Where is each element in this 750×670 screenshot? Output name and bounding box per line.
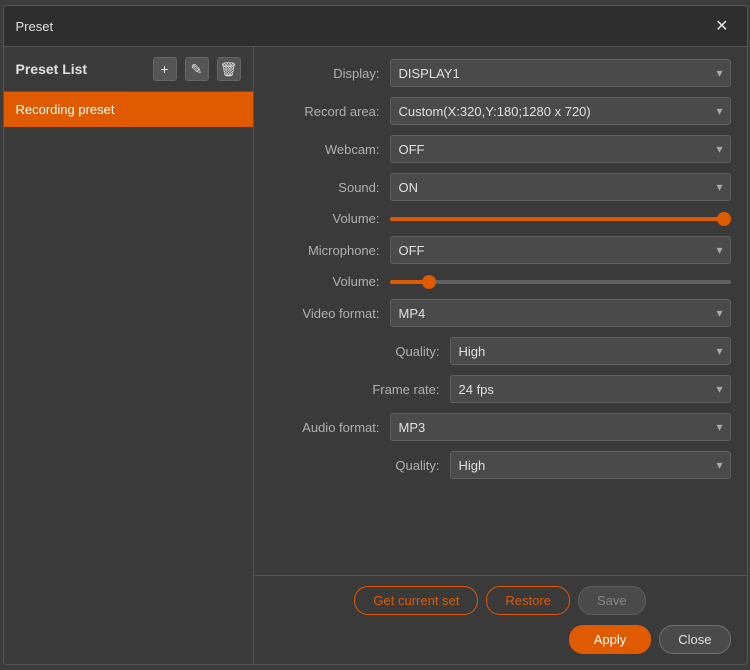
record-area-row: Record area: Custom(X:320,Y:180;1280 x 7… [270, 97, 731, 125]
add-preset-button[interactable]: + [153, 57, 177, 81]
preset-dialog: Preset ✕ Preset List + ✎ 🗑 Recording pre… [3, 5, 748, 665]
close-button[interactable]: Close [659, 625, 730, 654]
volume-slider[interactable] [390, 217, 731, 221]
video-quality-row: Quality: High Medium Low [270, 337, 731, 365]
audio-quality-select-wrapper: High Medium Low [450, 451, 731, 479]
video-format-select[interactable]: MP4 AVI MKV [390, 299, 731, 327]
volume-label: Volume: [270, 211, 390, 226]
frame-rate-select[interactable]: 24 fps 30 fps 60 fps [450, 375, 731, 403]
audio-quality-label: Quality: [270, 458, 450, 473]
apply-button[interactable]: Apply [569, 625, 652, 654]
sidebar-title: Preset List [16, 61, 145, 77]
webcam-label: Webcam: [270, 142, 390, 157]
audio-format-select[interactable]: MP3 AAC WAV [390, 413, 731, 441]
edit-preset-button[interactable]: ✎ [185, 57, 209, 81]
get-current-set-button[interactable]: Get current set [354, 586, 478, 615]
frame-rate-select-wrapper: 24 fps 30 fps 60 fps [450, 375, 731, 403]
main-panel: Display: DISPLAY1 DISPLAY2 Record area: … [254, 47, 747, 575]
volume-row: Volume: [270, 211, 731, 226]
sidebar-header: Preset List + ✎ 🗑 [4, 47, 253, 92]
mic-volume-slider[interactable] [390, 280, 731, 284]
audio-format-select-wrapper: MP3 AAC WAV [390, 413, 731, 441]
audio-quality-row: Quality: High Medium Low [270, 451, 731, 479]
bottom-area: Get current set Restore Save Apply Close [254, 575, 747, 664]
video-quality-label: Quality: [270, 344, 450, 359]
microphone-label: Microphone: [270, 243, 390, 258]
action-buttons-row: Get current set Restore Save [270, 586, 731, 615]
webcam-select-wrapper: OFF ON [390, 135, 731, 163]
mic-volume-row: Volume: [270, 274, 731, 289]
sound-label: Sound: [270, 180, 390, 195]
display-label: Display: [270, 66, 390, 81]
frame-rate-label: Frame rate: [270, 382, 450, 397]
display-select[interactable]: DISPLAY1 DISPLAY2 [390, 59, 731, 87]
sound-select[interactable]: ON OFF [390, 173, 731, 201]
record-area-label: Record area: [270, 104, 390, 119]
sound-select-wrapper: ON OFF [390, 173, 731, 201]
restore-button[interactable]: Restore [486, 586, 570, 615]
webcam-select[interactable]: OFF ON [390, 135, 731, 163]
record-area-select-wrapper: Custom(X:320,Y:180;1280 x 720) Full Scre… [390, 97, 731, 125]
display-row: Display: DISPLAY1 DISPLAY2 [270, 59, 731, 87]
record-area-select[interactable]: Custom(X:320,Y:180;1280 x 720) Full Scre… [390, 97, 731, 125]
display-select-wrapper: DISPLAY1 DISPLAY2 [390, 59, 731, 87]
title-close-button[interactable]: ✕ [709, 14, 734, 38]
audio-format-label: Audio format: [270, 420, 390, 435]
delete-preset-button[interactable]: 🗑 [217, 57, 241, 81]
video-quality-select-wrapper: High Medium Low [450, 337, 731, 365]
sound-row: Sound: ON OFF [270, 173, 731, 201]
dialog-title: Preset [16, 19, 54, 34]
video-format-row: Video format: MP4 AVI MKV [270, 299, 731, 327]
audio-quality-select[interactable]: High Medium Low [450, 451, 731, 479]
save-button: Save [578, 586, 646, 615]
microphone-select-wrapper: OFF ON [390, 236, 731, 264]
content-area: Preset List + ✎ 🗑 Recording preset Displ… [4, 47, 747, 664]
preset-item[interactable]: Recording preset [4, 92, 253, 127]
video-format-label: Video format: [270, 306, 390, 321]
final-buttons-row: Apply Close [270, 625, 731, 654]
title-bar: Preset ✕ [4, 6, 747, 47]
webcam-row: Webcam: OFF ON [270, 135, 731, 163]
mic-volume-label: Volume: [270, 274, 390, 289]
video-format-select-wrapper: MP4 AVI MKV [390, 299, 731, 327]
sidebar: Preset List + ✎ 🗑 Recording preset [4, 47, 254, 664]
audio-format-row: Audio format: MP3 AAC WAV [270, 413, 731, 441]
video-quality-select[interactable]: High Medium Low [450, 337, 731, 365]
frame-rate-row: Frame rate: 24 fps 30 fps 60 fps [270, 375, 731, 403]
microphone-row: Microphone: OFF ON [270, 236, 731, 264]
microphone-select[interactable]: OFF ON [390, 236, 731, 264]
